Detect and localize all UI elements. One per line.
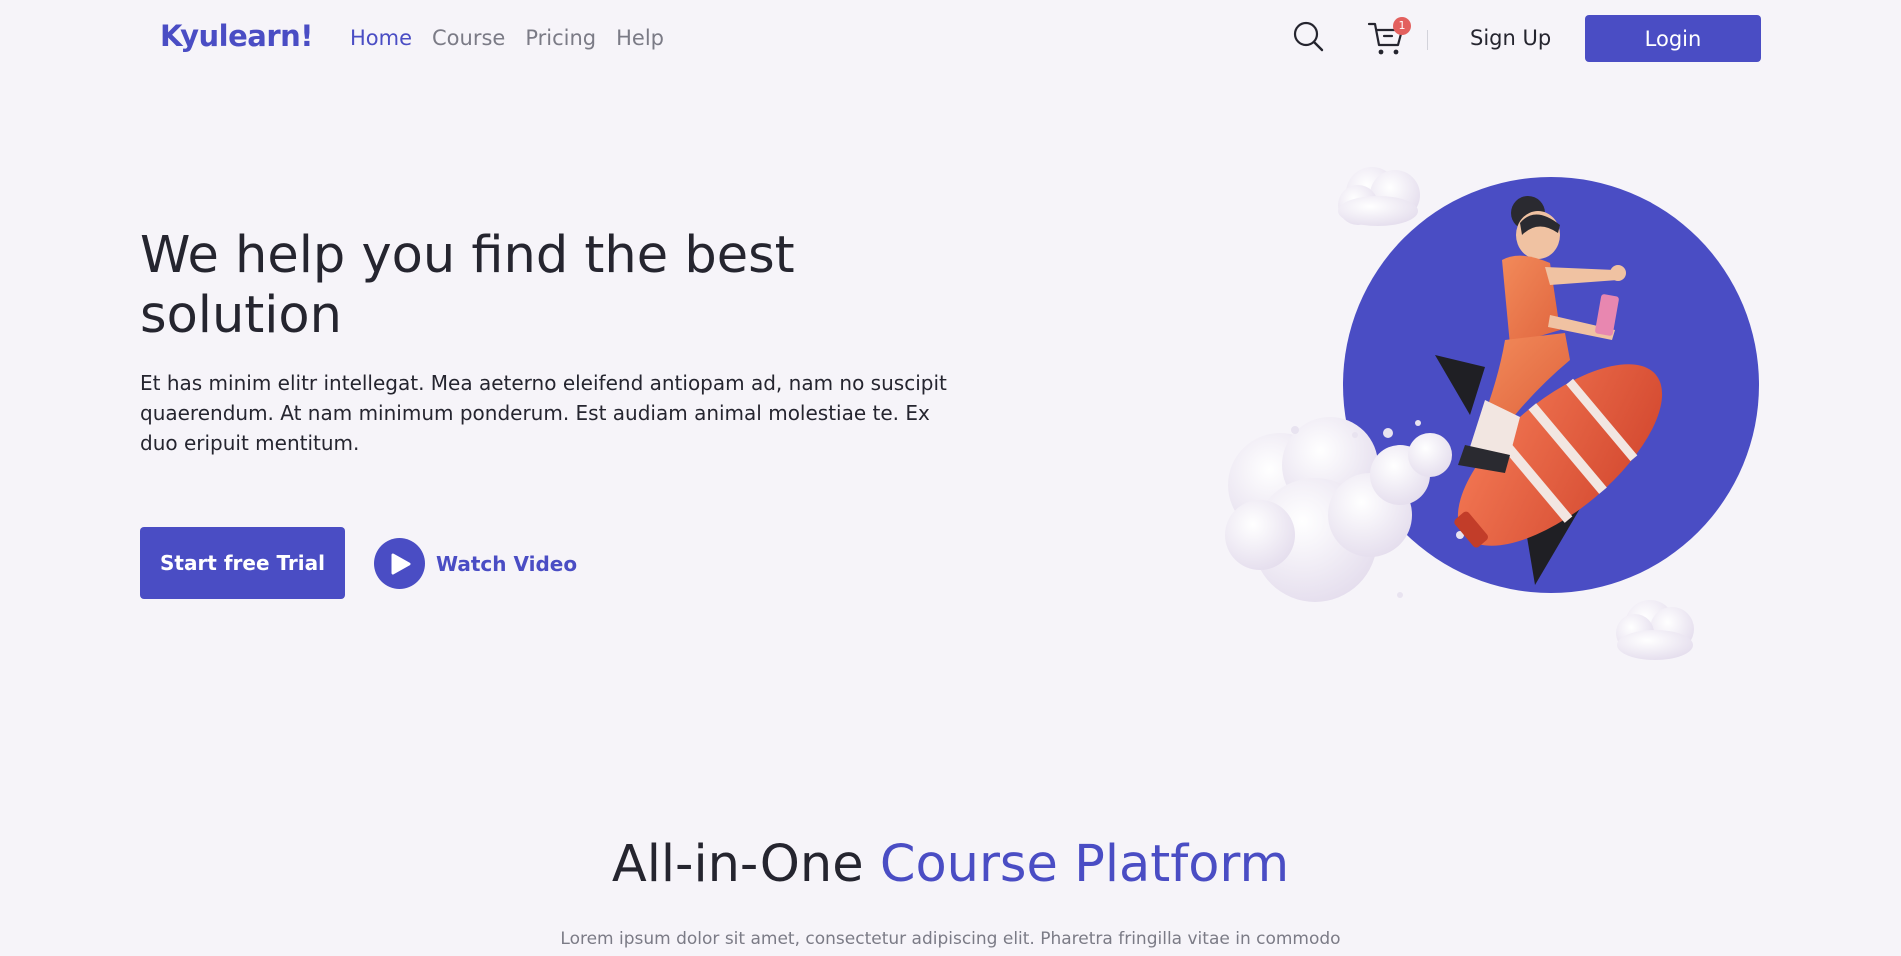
section-title-accent: Course Platform (879, 835, 1290, 894)
play-icon (374, 538, 425, 589)
section-subtitle: Lorem ipsum dolor sit amet, consectetur … (560, 929, 1341, 949)
brand-logo[interactable]: Kyulearn! (160, 19, 314, 53)
main-menu: Home Course Pricing Help (350, 26, 664, 50)
rocket-rider-illustration (1225, 167, 1759, 660)
login-button[interactable]: Login (1585, 15, 1761, 62)
nav-link-help[interactable]: Help (616, 26, 664, 50)
section-title: All-in-One Course Platform (0, 835, 1901, 894)
hero-description: Et has minim elitr intellegat. Mea aeter… (140, 371, 947, 455)
nav-link-course[interactable]: Course (432, 26, 505, 50)
nav-link-home[interactable]: Home (350, 26, 412, 50)
watch-video-button[interactable]: Watch Video (374, 538, 577, 589)
hero-title: We help you find the best solution (140, 226, 795, 345)
start-free-trial-button[interactable]: Start free Trial (140, 527, 345, 599)
top-navbar: Kyulearn! Home Course Pricing Help 1 Sig… (0, 0, 1901, 78)
search-icon[interactable] (1292, 20, 1324, 52)
signup-button[interactable]: Sign Up (1470, 26, 1551, 50)
nav-divider (1427, 30, 1428, 50)
section-title-plain: All-in-One (611, 835, 864, 894)
watch-video-label: Watch Video (436, 551, 578, 576)
cart-count-badge: 1 (1393, 17, 1411, 35)
nav-link-pricing[interactable]: Pricing (525, 26, 596, 50)
